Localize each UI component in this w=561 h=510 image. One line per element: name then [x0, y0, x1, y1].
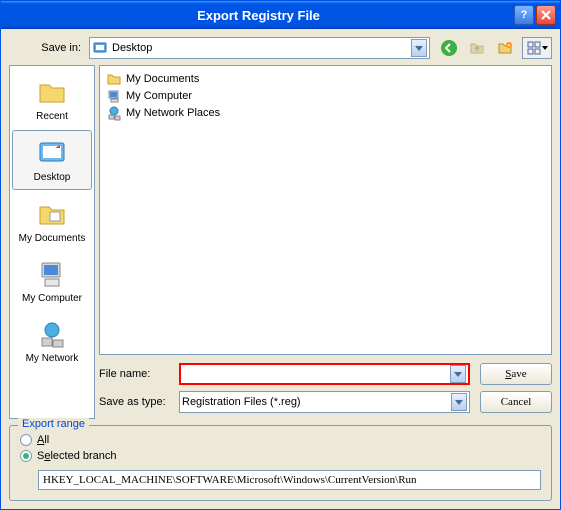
- export-range-group: Export range All Selected branch: [9, 425, 552, 501]
- place-desktop[interactable]: Desktop: [12, 130, 92, 190]
- filename-input[interactable]: [183, 368, 450, 380]
- views-button[interactable]: [522, 37, 552, 59]
- recent-folder-icon: [36, 76, 68, 108]
- main-area: Recent Desktop My Documents: [9, 65, 552, 419]
- filename-label: File name:: [99, 368, 179, 380]
- computer-icon: [106, 88, 122, 104]
- export-dialog: Export Registry File ? Save in: Desktop: [0, 0, 561, 510]
- place-my-computer[interactable]: My Computer: [12, 252, 92, 310]
- close-button[interactable]: [536, 5, 556, 25]
- radio-all[interactable]: All: [20, 434, 541, 446]
- list-item[interactable]: My Documents: [104, 70, 547, 87]
- nav-toolbar: ✦: [438, 37, 552, 59]
- list-item-label: My Computer: [126, 90, 192, 102]
- folder-up-icon: [469, 40, 485, 56]
- savein-value: Desktop: [112, 42, 411, 54]
- filename-row: File name: Save: [99, 363, 552, 385]
- list-item-label: My Network Places: [126, 107, 220, 119]
- filetype-row: Save as type: Registration Files (*.reg)…: [99, 391, 552, 413]
- filename-combo[interactable]: [179, 363, 470, 385]
- back-icon: [440, 39, 458, 57]
- chevron-down-icon[interactable]: [450, 365, 466, 383]
- documents-folder-icon: [36, 198, 68, 230]
- place-recent[interactable]: Recent: [12, 70, 92, 128]
- export-range-title: Export range: [18, 418, 89, 430]
- dialog-body: Save in: Desktop ✦: [1, 29, 560, 509]
- titlebar[interactable]: Export Registry File ?: [1, 1, 560, 29]
- chevron-down-icon[interactable]: [451, 393, 467, 411]
- back-button[interactable]: [438, 37, 460, 59]
- list-item[interactable]: My Computer: [104, 87, 547, 104]
- views-icon: [527, 41, 541, 55]
- cancel-button[interactable]: Cancel: [480, 391, 552, 413]
- place-my-network[interactable]: My Network: [12, 312, 92, 370]
- place-label: My Documents: [19, 233, 86, 244]
- list-item[interactable]: My Network Places: [104, 104, 547, 121]
- savein-combo[interactable]: Desktop: [89, 37, 430, 59]
- close-icon: [541, 10, 551, 20]
- branch-input[interactable]: [38, 470, 541, 490]
- list-item-label: My Documents: [126, 73, 199, 85]
- radio-icon: [20, 434, 32, 446]
- radio-icon: [20, 450, 32, 462]
- new-folder-icon: ✦: [497, 40, 513, 56]
- places-bar: Recent Desktop My Documents: [9, 65, 95, 419]
- place-label: Desktop: [34, 172, 71, 183]
- filetype-label: Save as type:: [99, 396, 179, 408]
- place-my-documents[interactable]: My Documents: [12, 192, 92, 250]
- network-large-icon: [36, 318, 68, 350]
- savein-label: Save in:: [9, 42, 89, 54]
- computer-large-icon: [36, 258, 68, 290]
- filetype-value: Registration Files (*.reg): [182, 396, 451, 408]
- file-list[interactable]: My Documents My Computer My Network Plac…: [99, 65, 552, 355]
- help-button[interactable]: ?: [514, 5, 534, 25]
- up-button[interactable]: [466, 37, 488, 59]
- right-column: My Documents My Computer My Network Plac…: [99, 65, 552, 419]
- savein-row: Save in: Desktop ✦: [9, 37, 552, 59]
- svg-text:✦: ✦: [507, 43, 511, 49]
- place-label: My Network: [26, 353, 79, 364]
- network-icon: [106, 105, 122, 121]
- folder-icon: [106, 71, 122, 87]
- desktop-large-icon: [36, 137, 68, 169]
- filetype-combo[interactable]: Registration Files (*.reg): [179, 391, 470, 413]
- window-title: Export Registry File: [5, 8, 512, 23]
- desktop-icon: [92, 40, 108, 56]
- radio-label: All: [37, 434, 49, 446]
- chevron-down-icon[interactable]: [411, 39, 427, 57]
- radio-label: Selected branch: [37, 450, 117, 462]
- bottom-fields: File name: Save Save as type: Registrati…: [99, 363, 552, 419]
- place-label: Recent: [36, 111, 68, 122]
- new-folder-button[interactable]: ✦: [494, 37, 516, 59]
- save-button[interactable]: Save: [480, 363, 552, 385]
- radio-selected-branch[interactable]: Selected branch: [20, 450, 541, 462]
- place-label: My Computer: [22, 293, 82, 304]
